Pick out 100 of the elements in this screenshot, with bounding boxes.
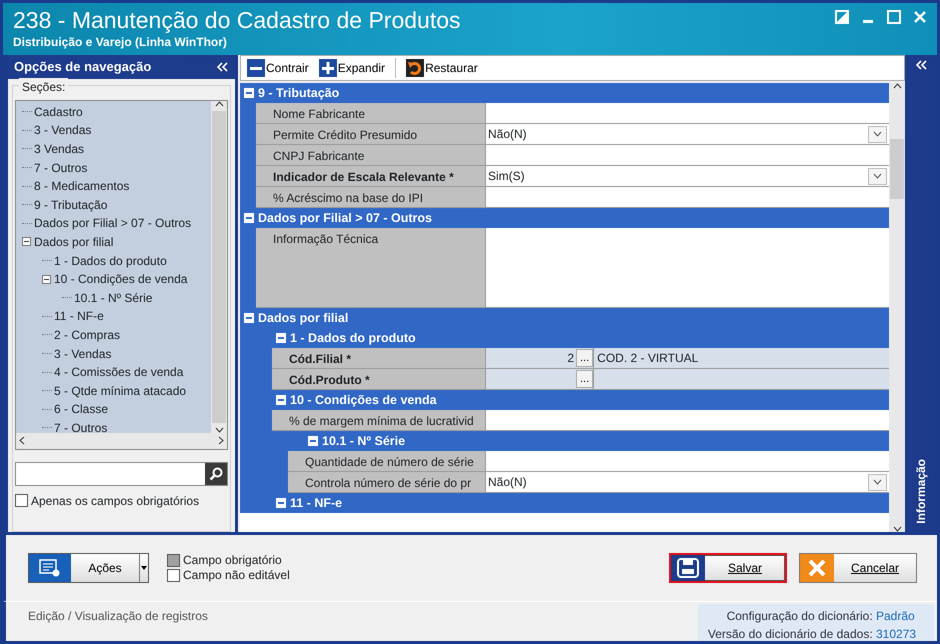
save-button[interactable]: Salvar [669,553,787,583]
dropdown-value: Sim(S) [488,168,525,185]
sections-label: Seções: [19,78,68,96]
close-icon[interactable] [913,10,927,24]
status-label: Versão do dicionário de dados: [708,627,874,641]
lookup-button[interactable]: ... [576,370,594,388]
chevron-down-icon [873,173,882,179]
checkbox[interactable] [15,494,28,507]
collapse-section-icon[interactable] [276,498,286,508]
dropdown-field[interactable]: Não(N) [486,472,889,492]
info-panel-title[interactable]: Informação [912,459,930,524]
collapse-section-icon[interactable] [276,333,286,343]
scrollbar-thumb[interactable] [890,139,904,199]
tree-item[interactable]: Dados por Filial > 07 - Outros [34,214,192,232]
chevron-down-icon [873,131,882,137]
section-title: 1 - Dados do produto [290,330,416,347]
field-label: Nome Fabricante [256,103,486,123]
tree-item[interactable]: 8 - Medicamentos [34,177,130,196]
dropdown-field[interactable]: Não(N) [486,124,889,144]
toolbar-button[interactable]: Expandir [318,59,386,77]
collapse-section-icon[interactable] [244,213,254,223]
expand-panel-icon[interactable] [914,59,928,71]
list-gear-icon [39,559,61,577]
section-header[interactable]: 9 - Tributação [240,83,889,103]
field-label: % Acréscimo na base do IPI [256,187,486,207]
search-icon [209,466,223,480]
lookup-button[interactable]: ... [576,349,594,367]
dropdown-field[interactable]: Sim(S) [486,166,889,186]
collapse-section-icon[interactable] [244,88,254,98]
status-value: Padrão [876,608,916,625]
section-header[interactable]: 10.1 - Nº Série [272,431,889,451]
dropdown-value: Não(N) [488,474,527,491]
scroll-up-icon[interactable] [214,100,224,106]
tree-item[interactable]: 7 - Outros [54,418,108,432]
restore-icon[interactable] [835,10,849,24]
scroll-up-icon[interactable] [892,83,902,89]
section-header[interactable]: Dados por Filial > 07 - Outros [240,208,889,228]
tree-item[interactable]: 11 - NF-e [54,307,104,326]
minus-icon [247,59,265,77]
field-label: Indicador de Escala Relevante * [256,166,486,186]
maximize-icon[interactable] [887,10,901,24]
collapse-node-icon[interactable] [42,274,51,284]
toolbar-button[interactable]: Restaurar [406,59,478,77]
status-label: Configuração do dicionário: [726,609,874,623]
status-text: Edição / Visualização de registros [28,608,208,625]
tree-item[interactable]: 3 - Vendas [54,344,112,363]
section-title: 9 - Tributação [258,84,340,102]
collapse-section-icon[interactable] [308,436,318,446]
tree-item[interactable]: 3 - Vendas [34,121,92,140]
section-header[interactable]: 11 - NF-e [256,493,889,513]
tree-item[interactable]: Cadastro [34,102,83,121]
tree-item[interactable]: 1 - Dados do produto [54,252,167,270]
scroll-right-icon[interactable] [218,436,224,445]
tree-item[interactable]: 5 - Qtde mínima atacado [54,382,186,400]
collapse-node-icon[interactable] [22,237,31,246]
tree-item[interactable]: 10.1 - Nº Série [74,288,152,307]
tree-item[interactable]: 9 - Tributação [34,196,108,214]
collapse-panel-icon[interactable] [216,60,229,73]
section-title: 10.1 - Nº Série [322,432,406,450]
scrollbar[interactable] [889,83,905,532]
collapse-section-icon[interactable] [244,313,254,323]
section-title: 11 - NF-e [290,494,342,512]
section-header[interactable]: 1 - Dados do produto [256,328,889,348]
status-value: 310273 [876,626,918,643]
plus-icon [318,59,337,77]
tree-item[interactable]: 2 - Compras [54,326,120,344]
undo-icon [406,59,424,77]
section-title: Dados por filial [258,310,348,327]
tree-item[interactable]: 6 - Classe [54,400,108,418]
cancel-button[interactable]: Cancelar [799,553,917,583]
legend-label: Campo não editável [183,568,290,583]
field-label: % de margem mínima de lucrativid [272,410,486,430]
code-value: 2 [566,350,575,367]
tree-item[interactable]: Dados por filial [34,232,114,251]
window-subtitle: Distribuição e Varejo (Linha WinThor) [13,34,228,51]
field-label: Permite Crédito Presumido [256,124,486,144]
scrollbar[interactable] [16,432,227,448]
field-label: Controla número de série do pr [288,472,486,492]
scroll-down-icon[interactable] [892,526,902,532]
section-header[interactable]: 10 - Condições de venda [256,390,889,410]
toolbar-button[interactable]: Contrair [247,59,309,77]
actions-button[interactable]: Ações [28,553,149,583]
field-label: CNPJ Fabricante [256,145,486,165]
chevron-down-icon [873,479,882,485]
scrollbar[interactable] [211,100,227,432]
tree-item[interactable]: 7 - Outros [34,158,88,177]
section-header[interactable]: Dados por filial [240,308,889,328]
search-button[interactable] [205,462,227,484]
dropdown-value: Não(N) [488,126,527,143]
field-label: Cód.Produto * [272,369,486,389]
legend-label: Campo obrigatório [183,553,282,568]
scroll-down-icon[interactable] [214,426,224,432]
field-label: Cód.Filial * [272,348,486,368]
search-field[interactable] [15,462,228,486]
collapse-section-icon[interactable] [276,395,286,405]
scroll-left-icon[interactable] [19,436,25,445]
tree-item[interactable]: 10 - Condições de venda [54,270,188,288]
tree-item[interactable]: 3 Vendas [34,140,84,158]
tree-item[interactable]: 4 - Comissões de venda [54,363,184,382]
checkbox-label[interactable]: Apenas os campos obrigatórios [31,492,200,510]
